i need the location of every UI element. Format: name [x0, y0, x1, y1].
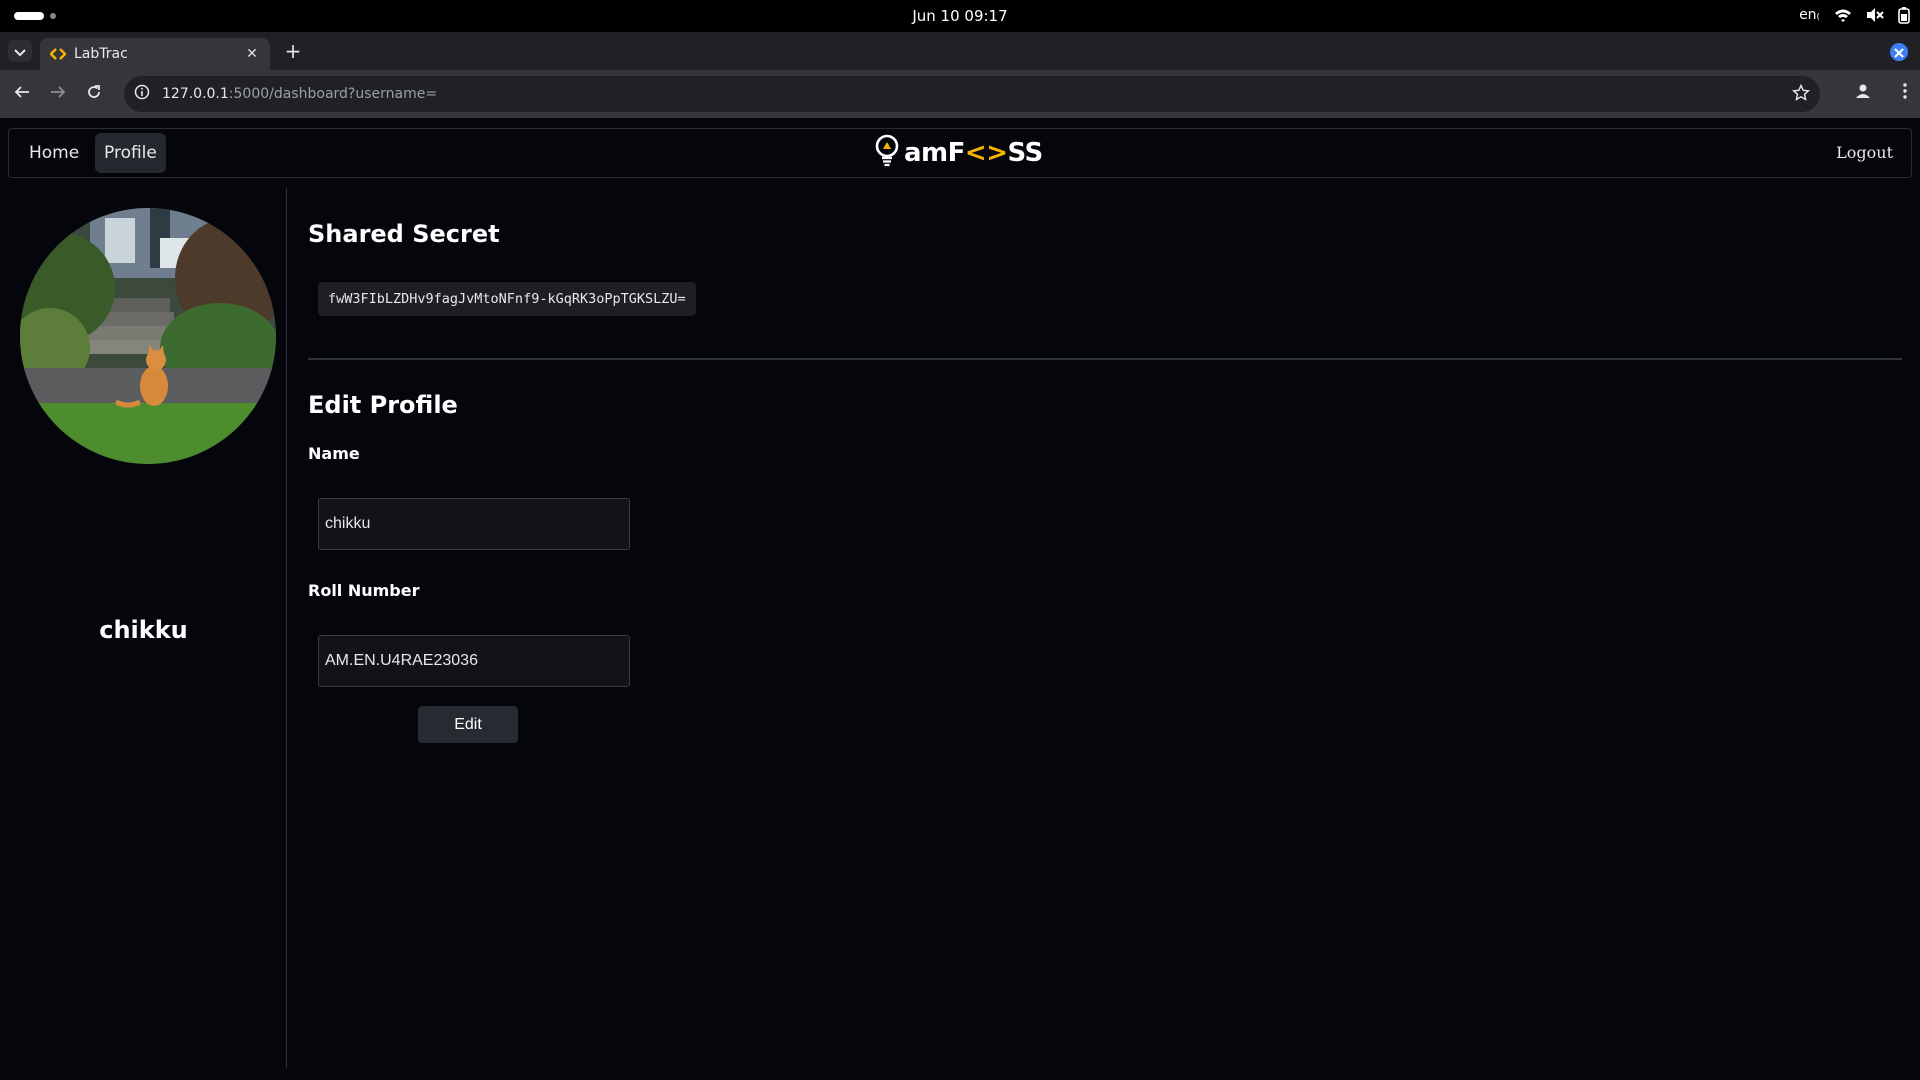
address-bar[interactable]: 127.0.0.1:5000/dashboard?username=: [124, 76, 1820, 112]
window-close-button[interactable]: [1890, 43, 1908, 61]
site-info-icon[interactable]: [134, 84, 150, 104]
logout-link[interactable]: Logout: [1836, 143, 1893, 162]
edit-profile-heading: Edit Profile: [308, 391, 458, 419]
edit-button[interactable]: Edit: [418, 706, 518, 743]
nav-home-link[interactable]: Home: [20, 133, 88, 173]
forward-button[interactable]: [46, 82, 70, 106]
profile-avatar: [20, 208, 276, 464]
brand-text-right: SS: [1007, 138, 1043, 168]
wifi-icon: [1834, 7, 1852, 23]
brand-wordmark: amF<>SS: [904, 138, 1043, 168]
workspace-active-indicator: [14, 12, 44, 20]
profile-avatar-icon[interactable]: [1854, 82, 1872, 104]
bookmark-star-icon[interactable]: [1791, 83, 1811, 106]
chevron-down-icon: [14, 42, 26, 61]
url-path: :5000/dashboard?username=: [228, 86, 438, 102]
back-button[interactable]: [10, 82, 34, 106]
tab-close-icon[interactable]: ✕: [244, 46, 260, 62]
workspace-indicator: [50, 13, 56, 19]
profile-username: chikku: [99, 616, 188, 644]
clock[interactable]: Jun 10 09:17: [0, 7, 1920, 25]
site-navbar: Home Profile amF<>SS Logout: [8, 128, 1912, 178]
section-divider: [308, 358, 1902, 360]
lightbulb-icon: [874, 134, 900, 172]
volume-muted-icon: [1866, 7, 1884, 23]
brand-text-left: amF: [904, 138, 965, 168]
new-tab-button[interactable]: +: [282, 41, 304, 63]
shared-secret-value[interactable]: fwW3FIbLZDHv9fagJvMtoNFnf9-kGqRK3oPpTGKS…: [318, 282, 696, 316]
profile-sidebar: chikku: [0, 188, 287, 1068]
shared-secret-heading: Shared Secret: [308, 220, 500, 248]
reload-button[interactable]: [82, 82, 106, 106]
browser-toolbar: 127.0.0.1:5000/dashboard?username=: [0, 70, 1920, 118]
tab-search-button[interactable]: [8, 40, 32, 62]
activities-indicator[interactable]: [14, 12, 56, 20]
browser-tab[interactable]: LabTrac ✕: [40, 38, 270, 70]
reload-icon: [86, 84, 102, 104]
amfoss-logo[interactable]: amF<>SS: [874, 134, 1043, 172]
system-top-bar: Jun 10 09:17 en₍: [0, 0, 1920, 32]
arrow-right-icon: [50, 84, 66, 104]
nav-profile-link[interactable]: Profile: [95, 133, 166, 173]
arrow-left-icon: [14, 84, 30, 104]
battery-icon: [1898, 6, 1910, 24]
code-brackets-icon: [49, 46, 67, 62]
close-icon: [1894, 43, 1904, 62]
system-tray[interactable]: en₍: [1799, 6, 1910, 24]
browser-tab-strip: LabTrac ✕ +: [0, 32, 1920, 70]
keyboard-layout-indicator[interactable]: en₍: [1799, 7, 1820, 23]
page-content: Home Profile amF<>SS Logout chikku Share…: [0, 118, 1920, 1080]
roll-number-label: Roll Number: [308, 581, 420, 600]
tab-title: LabTrac: [74, 46, 128, 62]
kebab-menu-icon[interactable]: [1902, 82, 1908, 104]
brand-text-accent: <>: [964, 138, 1008, 168]
roll-number-input[interactable]: [318, 635, 630, 687]
name-input[interactable]: [318, 498, 630, 550]
url-host: 127.0.0.1: [162, 86, 229, 102]
name-label: Name: [308, 444, 360, 463]
